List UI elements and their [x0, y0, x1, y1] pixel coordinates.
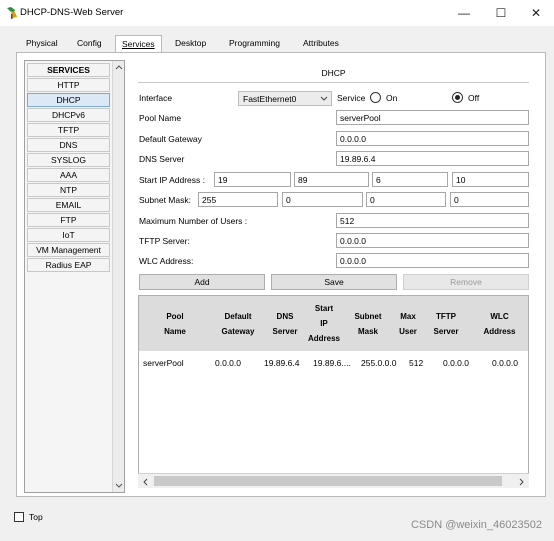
tab-programming[interactable]: Programming [223, 35, 286, 52]
tab-desktop[interactable]: Desktop [169, 35, 212, 52]
add-button[interactable]: Add [139, 274, 265, 290]
service-off-label: Off [468, 93, 480, 103]
service-item-ntp[interactable]: NTP [27, 183, 110, 197]
table-cell-start-ip: 19.89.6.... [313, 358, 351, 368]
table-cell-subnet-mask: 255.0.0.0 [361, 358, 397, 368]
top-checkbox[interactable] [14, 512, 24, 522]
table-cell-wlc-address: 0.0.0.0 [492, 358, 518, 368]
column-header-pool-name[interactable]: Pool Name [139, 296, 211, 351]
service-item-http[interactable]: HTTP [27, 78, 110, 92]
start-ip-octet-4[interactable]: 10 [452, 172, 529, 187]
service-item-syslog[interactable]: SYSLOG [27, 153, 110, 167]
column-header-text: Max User [399, 311, 417, 336]
subnet-octet-4[interactable]: 0 [450, 192, 529, 207]
services-scrollbar[interactable] [112, 61, 124, 492]
minimize-button[interactable]: — [446, 0, 482, 26]
table-cell-pool-name: serverPool [143, 358, 184, 368]
save-button[interactable]: Save [271, 274, 397, 290]
column-header-max-user[interactable]: Max User [393, 296, 423, 351]
column-header-subnet-mask[interactable]: Subnet Mask [343, 296, 393, 351]
service-item-dns[interactable]: DNS [27, 138, 110, 152]
service-item-dhcp[interactable]: DHCP [27, 93, 110, 107]
service-on-radio[interactable] [370, 92, 381, 103]
top-checkbox-label: Top [29, 512, 43, 522]
tab-services[interactable]: Services [115, 35, 162, 52]
table-header: Pool Name Default Gateway DNS Server Sta… [139, 296, 528, 351]
service-item-ftp[interactable]: FTP [27, 213, 110, 227]
column-header-tftp-server[interactable]: TFTP Server [423, 296, 469, 351]
dns-server-field[interactable]: 19.89.6.4 [336, 151, 529, 166]
watermark: CSDN @weixin_46023502 [410, 519, 542, 531]
window-title: DHCP-DNS-Web Server [20, 7, 124, 18]
tab-attributes[interactable]: Attributes [297, 35, 345, 52]
service-on-label: On [386, 93, 398, 103]
service-item-radius-eap[interactable]: Radius EAP [27, 258, 110, 272]
maximize-button[interactable]: ☐ [483, 0, 519, 26]
subnet-octet-1[interactable]: 255 [198, 192, 278, 207]
tab-strip: Physical Config Services Desktop Program… [16, 34, 546, 53]
service-item-aaa[interactable]: AAA [27, 168, 110, 182]
column-header-text: DNS Server [272, 311, 298, 336]
dns-server-label: DNS Server [139, 154, 185, 164]
column-header-text: Default Gateway [221, 311, 255, 336]
table-horizontal-scrollbar[interactable] [138, 473, 529, 488]
service-item-iot[interactable]: IoT [27, 228, 110, 242]
scroll-thumb[interactable] [154, 476, 502, 486]
pool-table: Pool Name Default Gateway DNS Server Sta… [138, 295, 529, 488]
column-header-text: Pool Name [164, 311, 186, 336]
max-users-label: Maximum Number of Users : [139, 216, 248, 226]
tftp-server-label: TFTP Server: [139, 236, 190, 246]
table-cell-max-user: 512 [409, 358, 424, 368]
wlc-address-label: WLC Address: [139, 256, 194, 266]
scroll-up-icon[interactable] [115, 64, 123, 70]
dhcp-section-title: DHCP [321, 68, 346, 78]
default-gateway-field[interactable]: 0.0.0.0 [336, 131, 529, 146]
subnet-mask-label: Subnet Mask: [139, 195, 191, 205]
start-ip-label: Start IP Address : [139, 175, 205, 185]
start-ip-octet-2[interactable]: 89 [294, 172, 369, 187]
remove-button[interactable]: Remove [403, 274, 529, 290]
interface-select[interactable]: FastEthernet0 [238, 91, 332, 106]
scroll-down-icon[interactable] [115, 483, 123, 489]
table-cell-tftp-server: 0.0.0.0 [443, 358, 469, 368]
tab-physical[interactable]: Physical [20, 35, 64, 52]
services-header: SERVICES [27, 63, 110, 77]
wlc-address-field[interactable]: 0.0.0.0 [336, 253, 529, 268]
service-item-tftp[interactable]: TFTP [27, 123, 110, 137]
interface-label: Interface [139, 93, 173, 103]
table-cell-dns-server: 19.89.6.4 [264, 358, 300, 368]
column-header-wlc-address[interactable]: WLC Address [469, 296, 528, 351]
column-header-text: Start IP Address [307, 304, 340, 343]
default-gateway-label: Default Gateway [139, 134, 202, 144]
pool-name-label: Pool Name [139, 113, 182, 123]
section-divider [138, 82, 529, 83]
scroll-left-icon[interactable] [142, 478, 148, 486]
tftp-server-field[interactable]: 0.0.0.0 [336, 233, 529, 248]
service-item-dhcpv6[interactable]: DHCPv6 [27, 108, 110, 122]
column-header-text: TFTP Server [433, 311, 459, 336]
service-label: Service [337, 93, 366, 103]
service-item-email[interactable]: EMAIL [27, 198, 110, 212]
start-ip-octet-1[interactable]: 19 [214, 172, 291, 187]
pool-name-field[interactable]: serverPool [336, 110, 529, 125]
table-cell-default-gateway: 0.0.0.0 [215, 358, 241, 368]
service-item-vm-management[interactable]: VM Management [27, 243, 110, 257]
subnet-octet-3[interactable]: 0 [366, 192, 446, 207]
column-header-start-ip[interactable]: Start IP Address [305, 296, 343, 351]
close-button[interactable]: ✕ [518, 0, 554, 26]
service-off-radio[interactable] [452, 92, 463, 103]
scroll-right-icon[interactable] [519, 478, 525, 486]
app-icon [7, 7, 17, 19]
column-header-text: Subnet Mask [354, 311, 382, 336]
services-list: SERVICES HTTP DHCP DHCPv6 TFTP DNS SYSLO… [24, 60, 125, 493]
column-header-text: WLC Address [483, 311, 516, 336]
max-users-field[interactable]: 512 [336, 213, 529, 228]
start-ip-octet-3[interactable]: 6 [372, 172, 448, 187]
column-header-default-gateway[interactable]: Default Gateway [211, 296, 265, 351]
interface-value: FastEthernet0 [243, 94, 297, 104]
subnet-octet-2[interactable]: 0 [282, 192, 363, 207]
column-header-dns-server[interactable]: DNS Server [265, 296, 305, 351]
chevron-down-icon [320, 96, 328, 101]
tab-config[interactable]: Config [71, 35, 108, 52]
